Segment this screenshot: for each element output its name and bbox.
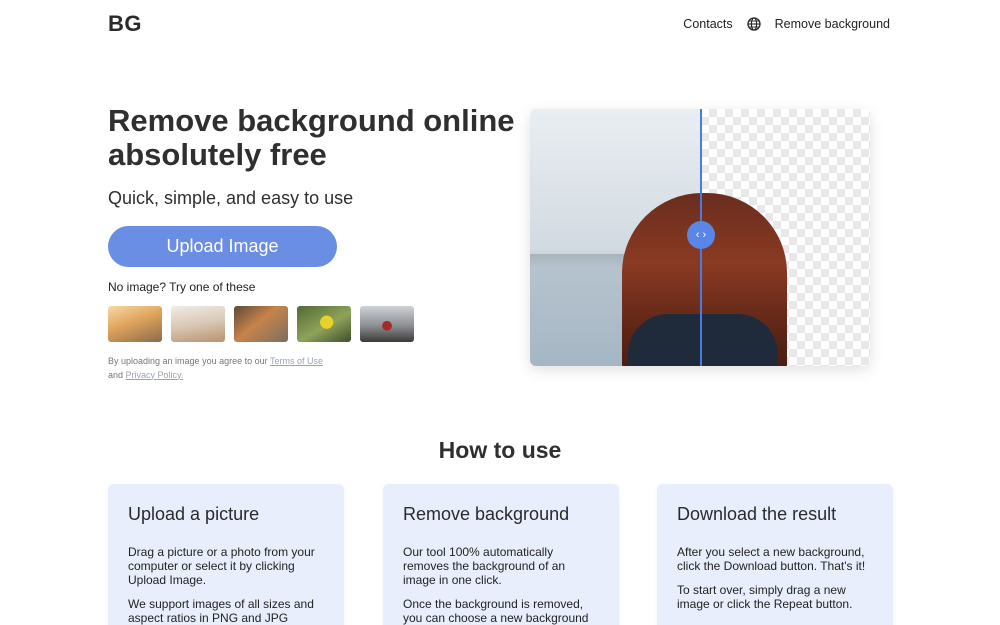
legal-notice: By uploading an image you agree to our T… — [108, 355, 323, 382]
step-card-title: Download the result — [677, 504, 837, 524]
sample-image-red-house[interactable] — [360, 306, 414, 342]
sample-image-dog-on-beach[interactable] — [108, 306, 162, 342]
nav-remove-background-link[interactable]: Remove background — [775, 17, 890, 31]
sample-images-label: No image? Try one of these — [108, 280, 256, 294]
sample-image-yellow-bird[interactable] — [297, 306, 351, 342]
step-card-upload: Upload a picture Drag a picture or a pho… — [108, 484, 344, 625]
how-to-use-title: How to use — [438, 437, 562, 463]
top-nav: Contacts Remove background — [683, 17, 890, 31]
step-card-text: After you select a new background, click… — [677, 545, 866, 573]
step-card-download: Download the result After you select a n… — [657, 484, 893, 625]
step-card-text: We support images of all sizes and aspec… — [128, 597, 314, 625]
legal-and: and — [108, 369, 124, 380]
step-card-title: Remove background — [403, 504, 570, 524]
header: BG Contacts Remove background — [0, 0, 1000, 50]
sample-image-dog-waving[interactable] — [171, 306, 225, 342]
step-card-text: To start over, simply drag a new image o… — [677, 583, 853, 611]
step-card-title: Upload a picture — [128, 504, 260, 524]
terms-of-use-link[interactable]: Terms of Use — [270, 356, 323, 366]
globe-icon[interactable] — [746, 17, 761, 31]
step-card-text: Drag a picture or a photo from your comp… — [128, 545, 315, 587]
hero-subtitle: Quick, simple, and easy to use — [108, 188, 354, 208]
demo-subject-jacket — [628, 314, 778, 366]
hero-title: Remove background online absolutely free — [108, 103, 515, 172]
upload-image-button[interactable]: Upload Image — [108, 226, 337, 267]
sample-images — [108, 306, 414, 342]
sample-image-cat-and-dog[interactable] — [234, 306, 288, 342]
comparison-slider-handle-icon[interactable]: ‹ › — [687, 221, 715, 249]
legal-prefix: By uploading an image you agree to our — [108, 356, 268, 366]
step-card-text: Our tool 100% automatically removes the … — [403, 545, 566, 587]
before-after-demo: ‹ › — [530, 109, 870, 366]
nav-contacts-link[interactable]: Contacts — [683, 17, 732, 31]
privacy-policy-link[interactable]: Privacy Policy. — [126, 370, 184, 380]
step-card-remove: Remove background Our tool 100% automati… — [383, 484, 619, 625]
logo[interactable]: BG — [108, 11, 142, 37]
step-card-text: Once the background is removed, you can … — [403, 597, 589, 625]
